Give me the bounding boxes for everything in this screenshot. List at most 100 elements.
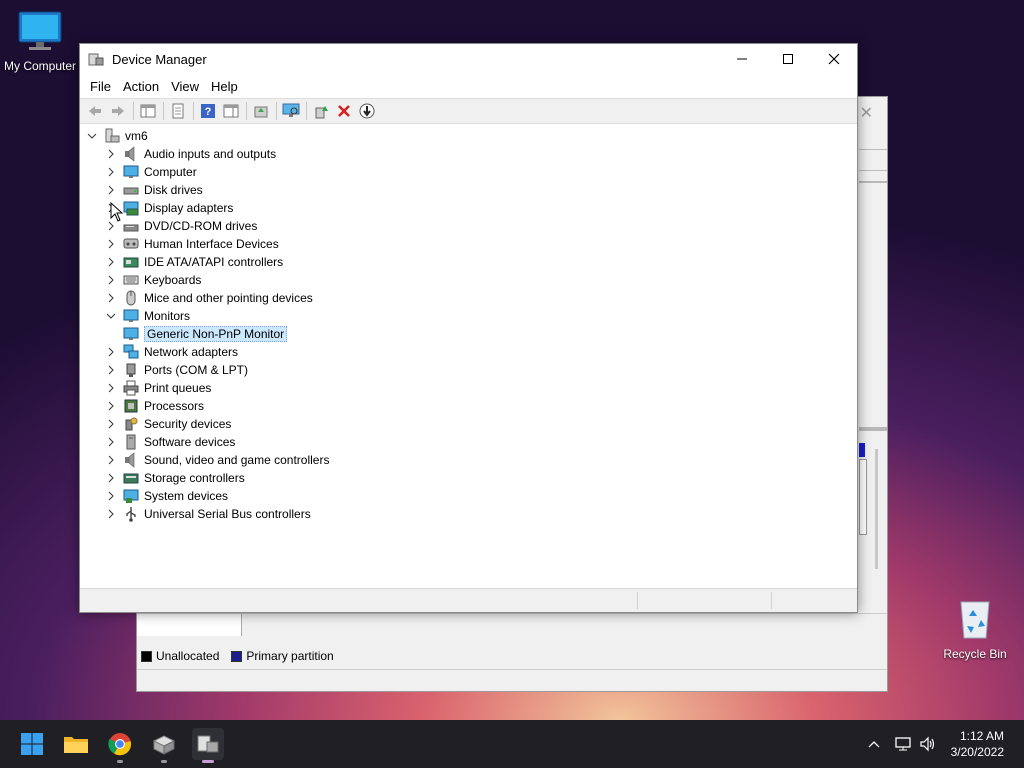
tree-category-label: Keyboards [144,273,202,287]
window-controls [719,44,857,74]
tree-category-ide-ata-atapi-controllers[interactable]: IDE ATA/ATAPI controllers [103,253,283,271]
properties-button[interactable] [167,100,189,122]
chevron-right-icon[interactable] [103,361,119,379]
tree-category-dvd-cd-rom-drives[interactable]: DVD/CD-ROM drives [103,217,257,235]
menu-view[interactable]: View [165,79,205,94]
tree-category-human-interface-devices[interactable]: Human Interface Devices [103,235,279,253]
disk-row [137,613,887,636]
scrollbar[interactable] [859,459,867,535]
tree-category-label: Display adapters [144,201,234,215]
mouse-cursor-icon [110,202,124,222]
close-button[interactable] [811,44,857,74]
device-manager-taskbar-button[interactable] [192,728,224,763]
network-icon[interactable] [890,736,916,752]
menu-action[interactable]: Action [117,79,165,94]
speaker-icon [123,146,139,162]
tree-category-universal-serial-bus-controllers[interactable]: Universal Serial Bus controllers [103,505,311,523]
chrome-icon [108,733,132,756]
tree-category-print-queues[interactable]: Print queues [103,379,211,397]
device-tree[interactable]: vm6 Audio inputs and outputs Computer Disk… [81,126,857,589]
chevron-right-icon[interactable] [103,163,119,181]
chevron-right-icon[interactable] [103,235,119,253]
tree-category-audio-inputs-and-outputs[interactable]: Audio inputs and outputs [103,145,276,163]
back-button[interactable] [84,100,106,122]
printer-icon [123,380,139,396]
device-manager-window[interactable]: Device Manager File Action View Help ? v… [79,43,858,613]
tree-category-system-devices[interactable]: System devices [103,487,228,505]
tree-category-label: Ports (COM & LPT) [144,363,249,377]
chevron-right-icon[interactable] [103,433,119,451]
tree-category-label: Monitors [144,309,191,323]
menu-file[interactable]: File [84,79,117,94]
chevron-right-icon[interactable] [103,415,119,433]
tree-category-processors[interactable]: Processors [103,397,204,415]
chevron-right-icon[interactable] [103,253,119,271]
chevron-down-icon[interactable] [103,307,119,325]
minimize-button[interactable] [719,44,765,74]
chevron-right-icon[interactable] [103,289,119,307]
chevron-right-icon[interactable] [103,271,119,289]
chrome-button[interactable] [104,728,136,763]
recycle-bin-desktop-icon[interactable]: Recycle Bin [938,596,1012,661]
hid-icon [123,236,139,252]
toolbar-separator [163,102,164,120]
chevron-right-icon[interactable] [103,469,119,487]
forward-arrow-icon [112,106,124,116]
monitor-icon [123,326,139,342]
system-devices-icon [123,488,139,504]
title-bar[interactable]: Device Manager [80,44,857,74]
tree-child-generic-non-pnp-monitor[interactable]: Generic Non-PnP Monitor [119,325,288,343]
chevron-right-icon[interactable] [103,343,119,361]
tree-category-software-devices[interactable]: Software devices [103,433,235,451]
my-computer-desktop-icon[interactable]: My Computer [2,10,78,73]
tree-root[interactable]: vm6 [84,127,148,145]
disable-device-button[interactable] [356,100,378,122]
disk-label-cell [137,614,242,636]
tree-category-storage-controllers[interactable]: Storage controllers [103,469,245,487]
scan-hardware-button[interactable] [280,100,302,122]
enable-device-button[interactable] [310,100,332,122]
tree-category-ports-com-lpt[interactable]: Ports (COM & LPT) [103,361,248,379]
tree-category-disk-drives[interactable]: Disk drives [103,181,203,199]
clock-date: 3/20/2022 [950,745,1004,759]
chevron-right-icon[interactable] [103,379,119,397]
close-icon[interactable]: ✕ [860,103,873,123]
chevron-up-icon[interactable] [864,740,884,748]
chevron-down-icon[interactable] [84,127,100,145]
computer-management-button[interactable] [148,728,180,763]
tree-category-label: IDE ATA/ATAPI controllers [144,255,284,269]
action-pane-button[interactable] [220,100,242,122]
tree-category-keyboards[interactable]: Keyboards [103,271,201,289]
tree-category-sound-video-and-game-controllers[interactable]: Sound, video and game controllers [103,451,329,469]
chevron-right-icon[interactable] [103,505,119,523]
forward-button[interactable] [107,100,129,122]
chevron-right-icon[interactable] [103,181,119,199]
maximize-button[interactable] [765,44,811,74]
update-driver-button[interactable] [250,100,272,122]
help-button[interactable]: ? [197,100,219,122]
tree-category-security-devices[interactable]: Security devices [103,415,231,433]
close-icon [828,53,840,65]
chevron-right-icon[interactable] [103,145,119,163]
tree-category-label: Software devices [144,435,236,449]
tree-category-monitors[interactable]: Monitors [103,307,190,325]
device-manager-icon [88,53,104,66]
mouse-icon [123,290,139,306]
start-button[interactable] [16,728,48,760]
tree-category-computer[interactable]: Computer [103,163,197,181]
chevron-right-icon[interactable] [103,451,119,469]
software-device-icon [123,434,139,450]
taskbar-clock[interactable]: 1:12 AM 3/20/2022 [951,728,1004,760]
tree-category-label: Computer [144,165,197,179]
my-computer-label: My Computer [3,59,77,73]
chevron-right-icon[interactable] [103,487,119,505]
file-explorer-button[interactable] [60,728,92,760]
chevron-right-icon[interactable] [103,397,119,415]
scrollbar-track[interactable] [875,449,878,569]
tree-category-network-adapters[interactable]: Network adapters [103,343,238,361]
show-hide-console-tree-button[interactable] [137,100,159,122]
tree-category-mice-and-other-pointing-devices[interactable]: Mice and other pointing devices [103,289,313,307]
uninstall-device-button[interactable] [333,100,355,122]
volume-icon[interactable] [916,736,940,752]
menu-help[interactable]: Help [205,79,244,94]
